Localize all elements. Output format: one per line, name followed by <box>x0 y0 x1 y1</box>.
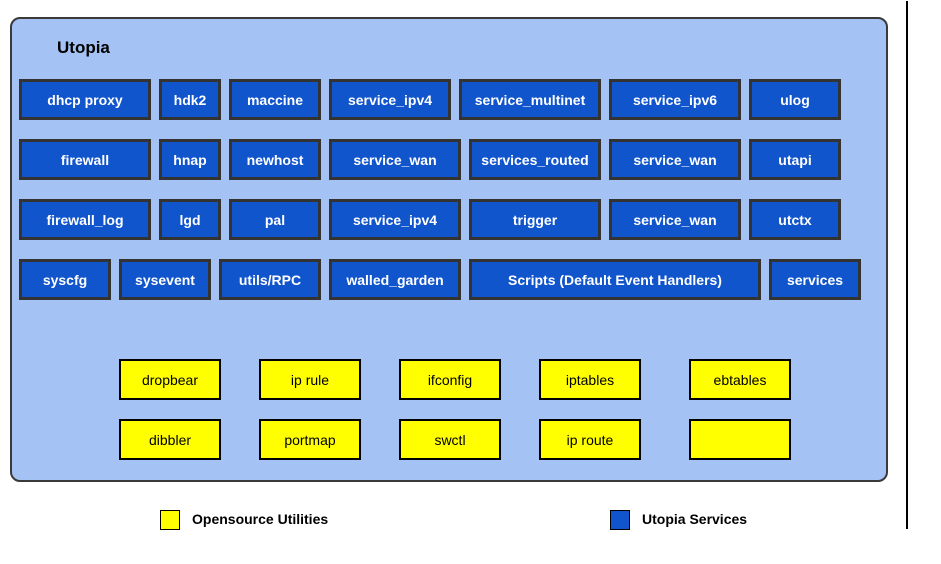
utility-box-label: ip route <box>566 431 614 448</box>
right-divider-line <box>906 1 908 529</box>
service-box-trigger: trigger <box>469 199 601 240</box>
legend-swatch-opensource <box>160 510 180 530</box>
service-box-service-wan: service_wan <box>329 139 461 180</box>
service-box-syscfg: syscfg <box>19 259 111 300</box>
service-box-service-ipv4: service_ipv4 <box>329 79 451 120</box>
utility-box-portmap: portmap <box>259 419 361 460</box>
service-box-services: services <box>769 259 861 300</box>
utility-box-label: ip rule <box>290 371 330 388</box>
service-box-label: syscfg <box>42 271 88 288</box>
legend-swatch-utopia <box>610 510 630 530</box>
service-box-hdk2: hdk2 <box>159 79 221 120</box>
service-box-label: ulog <box>780 91 810 108</box>
utility-box-ebtables: ebtables <box>689 359 791 400</box>
service-box-label: service_wan <box>633 211 717 228</box>
service-box-lgd: lgd <box>159 199 221 240</box>
service-box-service-multinet: service_multinet <box>459 79 601 120</box>
service-box-label: lgd <box>179 211 201 228</box>
service-box-firewall: firewall <box>19 139 151 180</box>
service-box-label: utapi <box>778 151 812 168</box>
service-box-label: service_wan <box>633 151 717 168</box>
service-box-newhost: newhost <box>229 139 321 180</box>
diagram-title: Utopia <box>57 38 110 57</box>
service-box-scripts-default-event-handlers: Scripts (Default Event Handlers) <box>469 259 761 300</box>
service-box-label: pal <box>264 211 286 228</box>
service-box-service-ipv4: service_ipv4 <box>329 199 461 240</box>
service-box-label: service_wan <box>353 151 437 168</box>
service-box-label: hnap <box>173 151 207 168</box>
utility-box-label: portmap <box>284 431 336 448</box>
service-box-label: walled_garden <box>346 271 444 288</box>
service-box-label: utctx <box>778 211 812 228</box>
service-box-label: maccine <box>246 91 304 108</box>
service-box-label: dhcp proxy <box>47 91 123 108</box>
utility-box-label: swctl <box>434 431 466 448</box>
service-box-service-ipv6: service_ipv6 <box>609 79 741 120</box>
service-box-label: hdk2 <box>173 91 207 108</box>
service-box-label: services <box>786 271 844 288</box>
service-box-hnap: hnap <box>159 139 221 180</box>
legend-label-utopia: Utopia Services <box>642 511 748 527</box>
service-box-label: services_routed <box>481 151 589 168</box>
service-box-utctx: utctx <box>749 199 841 240</box>
service-box-service-wan: service_wan <box>609 139 741 180</box>
service-box-pal: pal <box>229 199 321 240</box>
service-box-label: trigger <box>512 211 558 228</box>
service-box-maccine: maccine <box>229 79 321 120</box>
service-box-utils-rpc: utils/RPC <box>219 259 321 300</box>
service-box-utapi: utapi <box>749 139 841 180</box>
service-box-label: Scripts (Default Event Handlers) <box>508 271 722 288</box>
service-box-label: newhost <box>246 151 304 168</box>
utility-box-empty <box>689 419 791 460</box>
utility-box-dibbler: dibbler <box>119 419 221 460</box>
utility-box-label: iptables <box>565 371 615 388</box>
utility-box-ip-rule: ip rule <box>259 359 361 400</box>
utility-box-dropbear: dropbear <box>119 359 221 400</box>
utility-box-ip-route: ip route <box>539 419 641 460</box>
utility-box-iptables: iptables <box>539 359 641 400</box>
utility-box-label: dibbler <box>148 431 192 448</box>
utility-box-swctl: swctl <box>399 419 501 460</box>
service-box-sysevent: sysevent <box>119 259 211 300</box>
utility-box-ifconfig: ifconfig <box>399 359 501 400</box>
service-box-label: firewall <box>60 151 110 168</box>
service-box-label: utils/RPC <box>238 271 302 288</box>
service-box-firewall-log: firewall_log <box>19 199 151 240</box>
service-box-label: sysevent <box>135 271 195 288</box>
service-box-label: service_ipv4 <box>347 91 433 108</box>
service-box-dhcp-proxy: dhcp proxy <box>19 79 151 120</box>
service-box-services-routed: services_routed <box>469 139 601 180</box>
service-box-label: service_ipv6 <box>632 91 718 108</box>
service-box-ulog: ulog <box>749 79 841 120</box>
service-box-walled-garden: walled_garden <box>329 259 461 300</box>
service-box-service-wan: service_wan <box>609 199 741 240</box>
service-box-label: service_multinet <box>474 91 586 108</box>
service-box-label: service_ipv4 <box>352 211 438 228</box>
utility-box-label: dropbear <box>141 371 199 388</box>
service-box-label: firewall_log <box>46 211 124 228</box>
legend-label-opensource: Opensource Utilities <box>192 511 329 527</box>
utility-box-label: ebtables <box>713 371 767 388</box>
utility-box-label: ifconfig <box>427 371 473 388</box>
